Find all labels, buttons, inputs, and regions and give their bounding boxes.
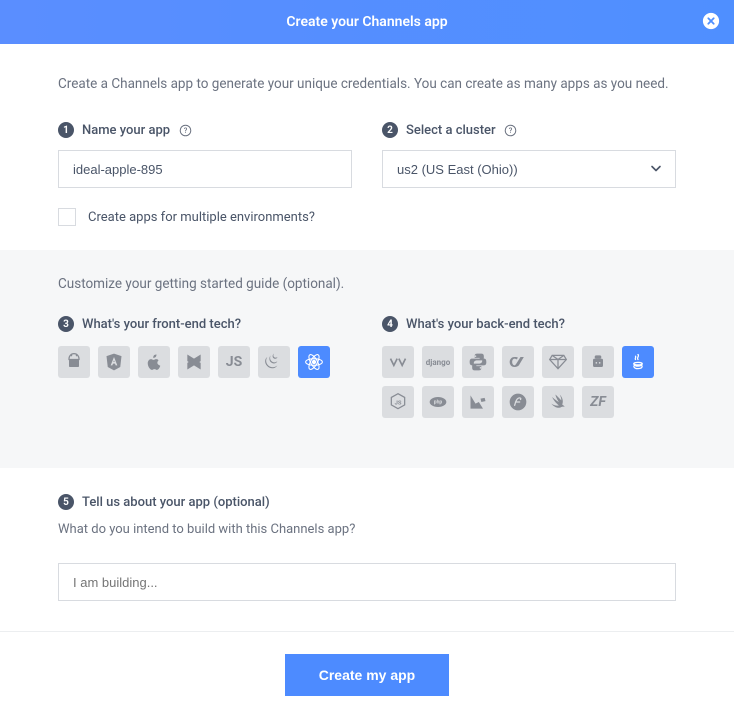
about-section: 5 Tell us about your app (optional) What…: [0, 468, 734, 631]
step3-text: What's your front-end tech?: [82, 317, 241, 332]
tech-android-icon[interactable]: [58, 346, 90, 378]
tech-ruby-icon[interactable]: [542, 346, 574, 378]
tech-ios-icon[interactable]: [138, 346, 170, 378]
help-icon[interactable]: ?: [504, 123, 518, 137]
step1-text: Name your app: [82, 123, 170, 138]
tech-zend-icon[interactable]: ZF: [582, 386, 614, 418]
tech-jquery-icon[interactable]: [258, 346, 290, 378]
tech-django-icon[interactable]: django: [422, 346, 454, 378]
backend-col: 4 What's your back-end tech? django JS p…: [382, 316, 676, 418]
tech-swift-icon[interactable]: [542, 386, 574, 418]
tech-react-icon[interactable]: [298, 346, 330, 378]
step4-label: 4 What's your back-end tech?: [382, 316, 676, 332]
step4-num: 4: [382, 316, 398, 332]
tech-symfony-icon[interactable]: [502, 386, 534, 418]
step1-col: 1 Name your app ?: [58, 122, 352, 188]
cluster-select[interactable]: us2 (US East (Ohio)): [382, 150, 676, 188]
close-icon[interactable]: [702, 12, 720, 30]
multi-env-row: Create apps for multiple environments?: [58, 208, 676, 226]
tech-php-icon[interactable]: php: [422, 386, 454, 418]
modal-title: Create your Channels app: [286, 14, 447, 30]
tech-go-icon[interactable]: [502, 346, 534, 378]
step3-num: 3: [58, 316, 74, 332]
step4-text: What's your back-end tech?: [406, 317, 565, 332]
multi-env-label: Create apps for multiple environments?: [88, 210, 315, 225]
customize-section: Customize your getting started guide (op…: [0, 250, 734, 468]
step5-num: 5: [58, 494, 74, 510]
backend-grid: django JS php ZF: [382, 346, 676, 418]
tech-backbone-icon[interactable]: [178, 346, 210, 378]
step5-sub: What do you intend to build with this Ch…: [58, 522, 676, 537]
modal-header: Create your Channels app: [0, 0, 734, 44]
frontend-grid: JS: [58, 346, 352, 378]
tech-rust-icon[interactable]: [582, 346, 614, 378]
step5-label: 5 Tell us about your app (optional): [58, 494, 676, 510]
cluster-select-wrap: us2 (US East (Ohio)): [382, 150, 676, 188]
svg-text:php: php: [434, 400, 443, 406]
step1-label: 1 Name your app ?: [58, 122, 352, 138]
tech-angular-icon[interactable]: [98, 346, 130, 378]
step2-num: 2: [382, 122, 398, 138]
svg-text:?: ?: [509, 126, 513, 135]
app-name-input[interactable]: [58, 150, 352, 188]
footer: Create my app: [0, 631, 734, 718]
frontend-col: 3 What's your front-end tech? JS: [58, 316, 352, 418]
step2-col: 2 Select a cluster ? us2 (US East (Ohio)…: [382, 122, 676, 188]
step2-text: Select a cluster: [406, 123, 496, 138]
step5-text: Tell us about your app (optional): [82, 495, 270, 510]
intro-text: Create a Channels app to generate your u…: [58, 74, 676, 94]
step1-num: 1: [58, 122, 74, 138]
main-section: Create a Channels app to generate your u…: [0, 44, 734, 250]
tech-dotnet-icon[interactable]: [382, 346, 414, 378]
tech-java-icon[interactable]: [622, 346, 654, 378]
tech-row: 3 What's your front-end tech? JS 4 What'…: [58, 316, 676, 418]
svg-text:?: ?: [183, 126, 187, 135]
step3-label: 3 What's your front-end tech?: [58, 316, 352, 332]
svg-text:JS: JS: [395, 401, 402, 407]
tech-laravel-icon[interactable]: [462, 386, 494, 418]
tech-nodejs-icon[interactable]: JS: [382, 386, 414, 418]
help-icon[interactable]: ?: [178, 123, 192, 137]
about-input[interactable]: [58, 563, 676, 601]
tech-js-icon[interactable]: JS: [218, 346, 250, 378]
tech-python-icon[interactable]: [462, 346, 494, 378]
customize-title: Customize your getting started guide (op…: [58, 276, 676, 292]
step-row: 1 Name your app ? 2 Select a cluster ? u…: [58, 122, 676, 188]
create-app-button[interactable]: Create my app: [285, 654, 449, 696]
step2-label: 2 Select a cluster ?: [382, 122, 676, 138]
multi-env-checkbox[interactable]: [58, 208, 76, 226]
